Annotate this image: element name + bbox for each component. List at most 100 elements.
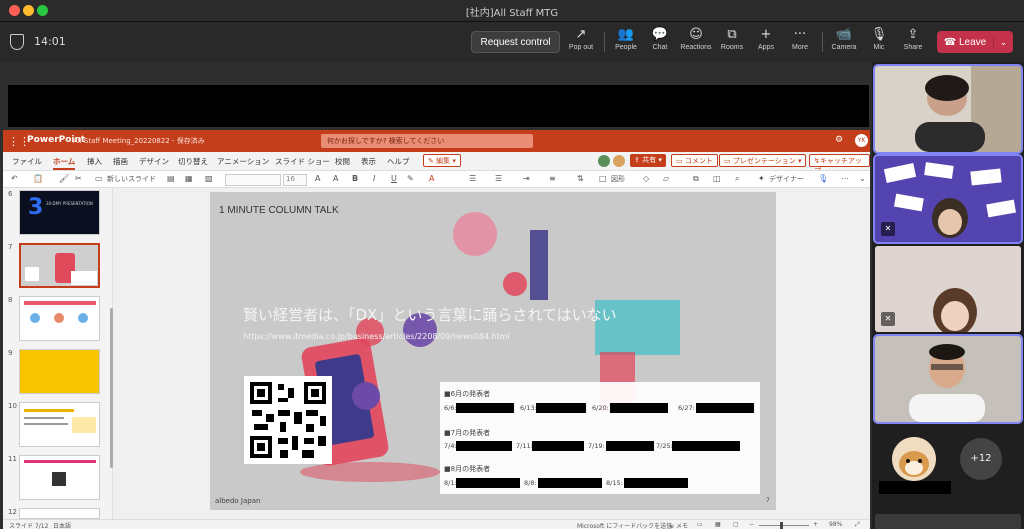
slide-thumbnail-9[interactable]: [19, 349, 100, 394]
align-icon[interactable]: ≡: [549, 174, 556, 183]
find-icon[interactable]: ⌕: [735, 174, 739, 184]
normal-view-icon[interactable]: ▭: [697, 521, 703, 528]
underline-icon[interactable]: U: [391, 174, 397, 183]
menu-draw[interactable]: 描画: [113, 156, 128, 167]
apps-button[interactable]: + Apps: [748, 26, 784, 51]
quick-styles-icon[interactable]: ◫: [713, 174, 721, 183]
menu-file[interactable]: ファイル: [12, 156, 42, 167]
menu-transitions[interactable]: 切り替え: [178, 156, 208, 167]
schedule-july-label[interactable]: ■7月の発表者: [444, 428, 490, 438]
schedule-august-label[interactable]: ■8月の発表者: [444, 464, 490, 474]
indent-icon[interactable]: ⇥: [523, 174, 530, 183]
participant-video-tile[interactable]: [873, 64, 1023, 154]
text-direction-icon[interactable]: ⇅: [577, 174, 584, 183]
schedule-date[interactable]: 6/6:: [444, 404, 457, 412]
share-button[interactable]: ⇪ Share: [895, 26, 931, 51]
schedule-date[interactable]: 6/27:: [678, 404, 695, 412]
arrange-icon[interactable]: ⧉: [693, 174, 699, 184]
pop-out-button[interactable]: ↗ Pop out: [563, 26, 599, 51]
zoom-out-icon[interactable]: −: [749, 521, 754, 528]
zoom-slider-handle[interactable]: [780, 522, 783, 529]
shape-fill-icon[interactable]: ◇: [643, 174, 649, 183]
more-participants-button[interactable]: +12: [960, 438, 1002, 480]
menu-animations[interactable]: アニメーション: [217, 156, 269, 167]
schedule-date[interactable]: 8/15:: [606, 479, 623, 487]
designer-button[interactable]: デザイナー: [769, 174, 804, 184]
menu-design[interactable]: デザイン: [139, 156, 169, 167]
request-control-button[interactable]: Request control: [471, 31, 560, 53]
slide-thumbnail-11[interactable]: [19, 455, 100, 500]
shapes-icon[interactable]: □: [599, 174, 607, 183]
participant-video-tile[interactable]: [875, 514, 1021, 529]
font-name-dropdown[interactable]: [225, 174, 281, 186]
menu-view[interactable]: 表示: [361, 156, 376, 167]
dictate-icon[interactable]: 🎙: [818, 174, 828, 183]
participant-video-tile[interactable]: ✕: [875, 246, 1021, 332]
fit-slide-icon[interactable]: ⤢: [855, 521, 860, 529]
current-slide[interactable]: 1 MINUTE COLUMN TALK 賢い経営者は、「DX」という言葉に踊ら…: [210, 192, 776, 510]
picture-icon[interactable]: ▨: [205, 174, 213, 183]
schedule-date[interactable]: 8/8:: [524, 479, 537, 487]
people-button[interactable]: 👥 People: [608, 26, 644, 51]
article-url[interactable]: https://www.itmedia.co.jp/business/artic…: [243, 332, 510, 341]
participant-video-tile[interactable]: [873, 334, 1023, 424]
leave-label[interactable]: ☎ Leave: [937, 37, 993, 48]
zoom-slider-track[interactable]: [759, 525, 809, 526]
zoom-level[interactable]: 98%: [829, 521, 842, 528]
schedule-date[interactable]: 7/25:: [656, 442, 673, 450]
present-button[interactable]: ▭ プレゼンテーション ▾: [719, 154, 807, 167]
shapes-button[interactable]: 図形: [611, 174, 625, 184]
slide-thumbnail-6[interactable]: 3 3X-DMY PRESENTATION: [19, 190, 100, 235]
new-slide-icon[interactable]: ▭: [95, 174, 103, 183]
schedule-june-label[interactable]: ■6月の発表者: [444, 389, 490, 399]
document-title[interactable]: All Staff Meeting_20220822 - 保存済み: [73, 136, 205, 146]
highlight-icon[interactable]: ✎: [407, 174, 414, 183]
zoom-in-icon[interactable]: +: [813, 521, 818, 528]
shape-outline-icon[interactable]: ▱: [663, 174, 669, 183]
comments-button[interactable]: ▭ コメント: [671, 154, 718, 167]
format-painter-icon[interactable]: 🖌: [59, 174, 69, 183]
shrink-font-icon[interactable]: A: [333, 174, 338, 183]
more-ribbon-icon[interactable]: ⋯: [841, 174, 849, 183]
collaborator-avatar[interactable]: [598, 155, 610, 167]
user-avatar[interactable]: YK: [855, 134, 868, 147]
leave-button[interactable]: ☎ Leave ⌄: [937, 31, 1013, 53]
chat-button[interactable]: 💬 Chat: [642, 26, 678, 51]
undo-icon[interactable]: ↶: [11, 174, 18, 183]
layout-icon[interactable]: ▤: [167, 174, 175, 183]
schedule-date[interactable]: 7/11:: [516, 442, 533, 450]
numbering-icon[interactable]: ☰: [495, 174, 502, 183]
schedule-date[interactable]: 7/19:: [588, 442, 605, 450]
rooms-button[interactable]: ⧉ Rooms: [714, 26, 750, 51]
bullets-icon[interactable]: ☰: [469, 174, 476, 183]
font-color-icon[interactable]: A: [429, 174, 434, 183]
schedule-date[interactable]: 7/4:: [444, 442, 457, 450]
notes-button[interactable]: ≡ メモ: [669, 521, 688, 529]
bold-icon[interactable]: B: [352, 174, 358, 183]
slide-thumbnail-7[interactable]: [19, 243, 100, 288]
slide-thumbnail-10[interactable]: [19, 402, 100, 447]
settings-gear-icon[interactable]: ⚙: [835, 135, 843, 145]
schedule-date[interactable]: 8/1:: [444, 479, 457, 487]
catchup-button[interactable]: ↯キャッチアップ: [809, 154, 870, 175]
sorter-view-icon[interactable]: ▦: [715, 521, 721, 528]
cut-icon[interactable]: ✂: [75, 174, 82, 183]
designer-icon[interactable]: ✦: [758, 174, 765, 183]
share-document-button[interactable]: ⇪ 共有 ▾: [630, 154, 666, 167]
edit-mode-dropdown[interactable]: ✎ 編集 ▾: [423, 154, 461, 167]
schedule-date[interactable]: 6/13:: [520, 404, 537, 412]
participant-video-tile[interactable]: ✕: [873, 154, 1023, 244]
schedule-date[interactable]: 6/20:: [592, 404, 609, 412]
new-slide-button[interactable]: 新しいスライド: [107, 174, 156, 184]
reading-view-icon[interactable]: ▢: [733, 521, 739, 528]
feedback-link[interactable]: Microsoft にフィードバックを送信: [577, 521, 672, 529]
slide-heading[interactable]: 賢い経営者は、「DX」という言葉に踊らされてはいない: [243, 304, 617, 325]
participant-avatar[interactable]: [892, 437, 936, 481]
mic-button[interactable]: 🎙 Mic: [861, 26, 897, 51]
menu-help[interactable]: ヘルプ: [387, 156, 410, 167]
leave-options-chevron-icon[interactable]: ⌄: [993, 36, 1013, 48]
collapse-ribbon-chevron-icon[interactable]: ⌄: [859, 174, 866, 183]
menu-review[interactable]: 校閲: [335, 156, 350, 167]
slide-thumbnail-8[interactable]: [19, 296, 100, 341]
camera-button[interactable]: 📹 Camera: [826, 26, 862, 51]
